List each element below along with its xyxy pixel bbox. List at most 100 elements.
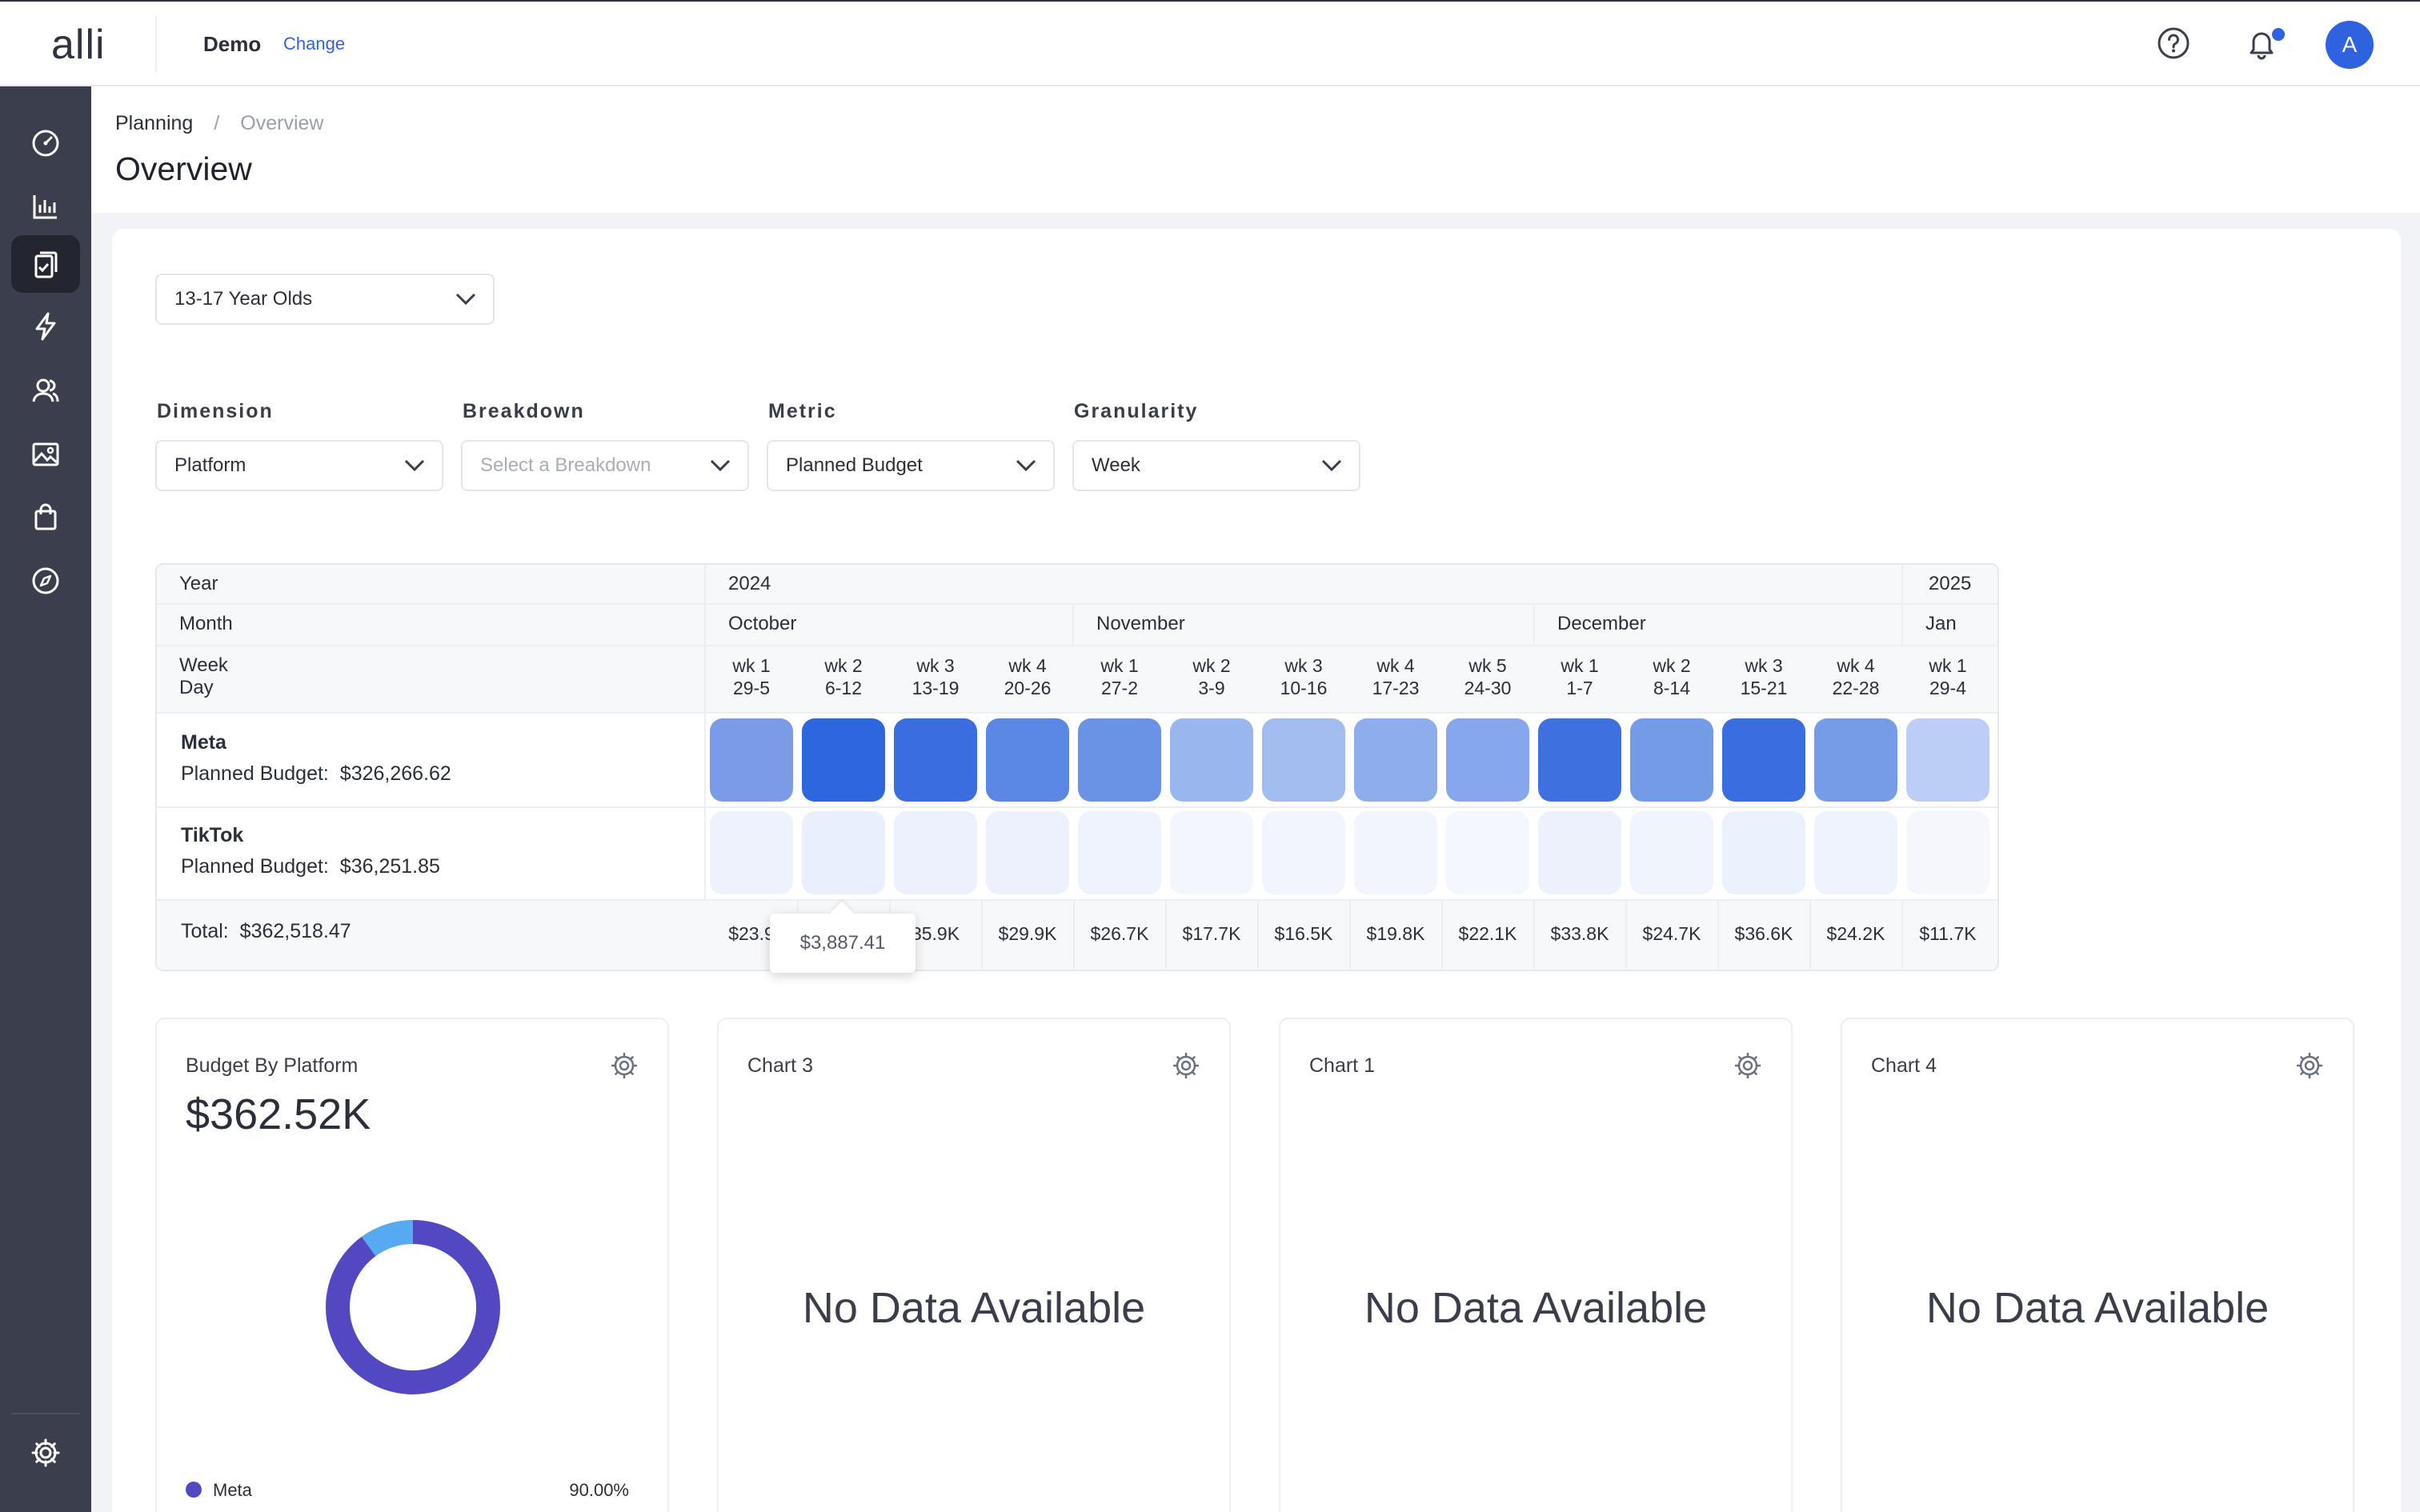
week-label-text: Week xyxy=(179,654,228,676)
sidebar-item-audiences[interactable] xyxy=(11,362,80,419)
page-header xyxy=(91,86,2420,213)
week-header: wk 4 20-26 xyxy=(982,654,1073,699)
breakdown-label: Breakdown xyxy=(463,400,585,422)
budget-cell-tiktok[interactable] xyxy=(1906,811,1989,894)
budget-cell-meta[interactable] xyxy=(1722,718,1805,802)
breadcrumb-separator: / xyxy=(214,112,220,134)
budget-cell-meta[interactable] xyxy=(1262,718,1345,802)
no-data-message: No Data Available xyxy=(1925,1284,2270,1332)
metric-label: Metric xyxy=(768,400,837,422)
budget-cell-meta[interactable] xyxy=(1630,718,1713,802)
budget-cell-meta[interactable] xyxy=(1354,718,1437,802)
budget-cell-tiktok[interactable] xyxy=(894,811,977,894)
clipboard-icon xyxy=(34,251,58,278)
budget-cell-tiktok[interactable] xyxy=(1170,811,1253,894)
week-header: wk 1 29-5 xyxy=(706,654,797,699)
metric-select[interactable]: Planned Budget xyxy=(767,440,1055,491)
gear-icon[interactable] xyxy=(1172,1051,1200,1080)
budget-cell-meta[interactable] xyxy=(1078,718,1161,802)
sidebar-item-planning[interactable] xyxy=(11,235,80,293)
week-number: wk 4 xyxy=(1837,655,1875,676)
week-total: $11.7K xyxy=(1919,923,1977,944)
row-metric-label: Planned Budget: xyxy=(181,762,329,785)
budget-cell-meta[interactable] xyxy=(1446,718,1529,802)
no-data-message: No Data Available xyxy=(802,1284,1146,1332)
audience-select[interactable]: 13-17 Year Olds xyxy=(155,274,495,325)
week-header: wk 2 8-14 xyxy=(1626,654,1717,699)
compass-icon xyxy=(32,567,59,594)
week-days: 10-16 xyxy=(1280,678,1328,698)
gear-icon[interactable] xyxy=(610,1051,639,1080)
budget-cell-tiktok[interactable] xyxy=(710,811,793,894)
gear-icon[interactable] xyxy=(1733,1051,1762,1080)
week-total: $16.5K xyxy=(1274,923,1333,944)
budget-cell-tiktok[interactable] xyxy=(1538,811,1621,894)
chevron-down-icon xyxy=(455,293,476,306)
budget-cell-tiktok[interactable] xyxy=(1078,811,1161,894)
logo[interactable]: alli xyxy=(51,21,106,69)
row-metric-value: $326,266.62 xyxy=(339,762,451,785)
donut-chart[interactable] xyxy=(317,1211,509,1403)
breakdown-select[interactable]: Select a Breakdown xyxy=(461,440,749,491)
budget-cell-tiktok[interactable] xyxy=(1814,811,1897,894)
week-header: wk 1 29-4 xyxy=(1902,654,1993,699)
legend-dot-meta xyxy=(186,1482,202,1498)
legend-label-meta: Meta xyxy=(213,1480,252,1500)
month-label: Month xyxy=(179,613,233,634)
budget-cell-tiktok[interactable] xyxy=(986,811,1069,894)
budget-cell-tiktok[interactable] xyxy=(802,811,885,894)
sidebar-item-creative[interactable] xyxy=(11,426,80,483)
budget-cell-meta[interactable] xyxy=(1170,718,1253,802)
week-number: wk 3 xyxy=(1745,655,1783,676)
week-number: wk 4 xyxy=(1008,655,1047,676)
sidebar-item-explore[interactable] xyxy=(11,552,80,610)
sidebar-item-actions[interactable] xyxy=(11,298,80,355)
app: alli Demo Change A Planning / Overview O… xyxy=(0,0,2420,1512)
sidebar-item-shopping[interactable] xyxy=(11,488,80,546)
week-number: wk 3 xyxy=(916,655,955,676)
budget-cell-meta[interactable] xyxy=(802,718,885,802)
change-account-link[interactable]: Change xyxy=(283,34,345,54)
sidebar-item-reports[interactable] xyxy=(11,178,80,235)
week-number: wk 3 xyxy=(1284,655,1323,676)
week-header: wk 4 17-23 xyxy=(1350,654,1441,699)
account-name: Demo xyxy=(203,32,262,56)
sidebar-item-settings[interactable] xyxy=(11,1424,80,1482)
budget-cell-tiktok[interactable] xyxy=(1354,811,1437,894)
budget-cell-meta[interactable] xyxy=(710,718,793,802)
week-days: 13-19 xyxy=(912,678,960,698)
users-icon xyxy=(32,378,59,402)
sidebar-item-dashboard[interactable] xyxy=(11,114,80,171)
budget-cell-meta[interactable] xyxy=(1538,718,1621,802)
budget-cell-meta[interactable] xyxy=(1814,718,1897,802)
budget-cell-meta[interactable] xyxy=(1906,718,1989,802)
donut-slice-meta[interactable] xyxy=(326,1220,500,1394)
year-divider xyxy=(1901,565,1903,646)
week-header: wk 1 27-2 xyxy=(1074,654,1165,699)
budget-cell-tiktok[interactable] xyxy=(1446,811,1529,894)
dimension-select[interactable]: Platform xyxy=(155,440,443,491)
budget-cell-tiktok[interactable] xyxy=(1722,811,1805,894)
chevron-down-icon xyxy=(710,459,731,472)
budget-cell-tiktok[interactable] xyxy=(1630,811,1713,894)
top-bar: alli Demo Change A xyxy=(0,0,2420,86)
sidebar-divider xyxy=(11,1413,80,1414)
row-metric-value: $36,251.85 xyxy=(339,855,440,878)
donut-slice-tiktok[interactable] xyxy=(361,1220,414,1257)
granularity-select[interactable]: Week xyxy=(1072,440,1360,491)
help-icon[interactable] xyxy=(2156,26,2191,61)
notification-badge xyxy=(2270,26,2287,43)
month-october: October xyxy=(728,613,797,634)
budget-cell-tiktok[interactable] xyxy=(1262,811,1345,894)
audience-select-value: 13-17 Year Olds xyxy=(174,288,313,310)
bar-chart-icon xyxy=(33,195,57,219)
budget-cell-meta[interactable] xyxy=(986,718,1069,802)
avatar[interactable]: A xyxy=(2326,21,2374,69)
breadcrumb-planning[interactable]: Planning xyxy=(115,112,193,134)
week-number: wk 1 xyxy=(1561,655,1599,676)
week-days: 29-4 xyxy=(1929,678,1967,698)
budget-cell-meta[interactable] xyxy=(894,718,977,802)
sidebar xyxy=(0,86,91,1512)
gear-icon[interactable] xyxy=(2295,1051,2324,1080)
week-label: Week Day xyxy=(179,654,228,699)
